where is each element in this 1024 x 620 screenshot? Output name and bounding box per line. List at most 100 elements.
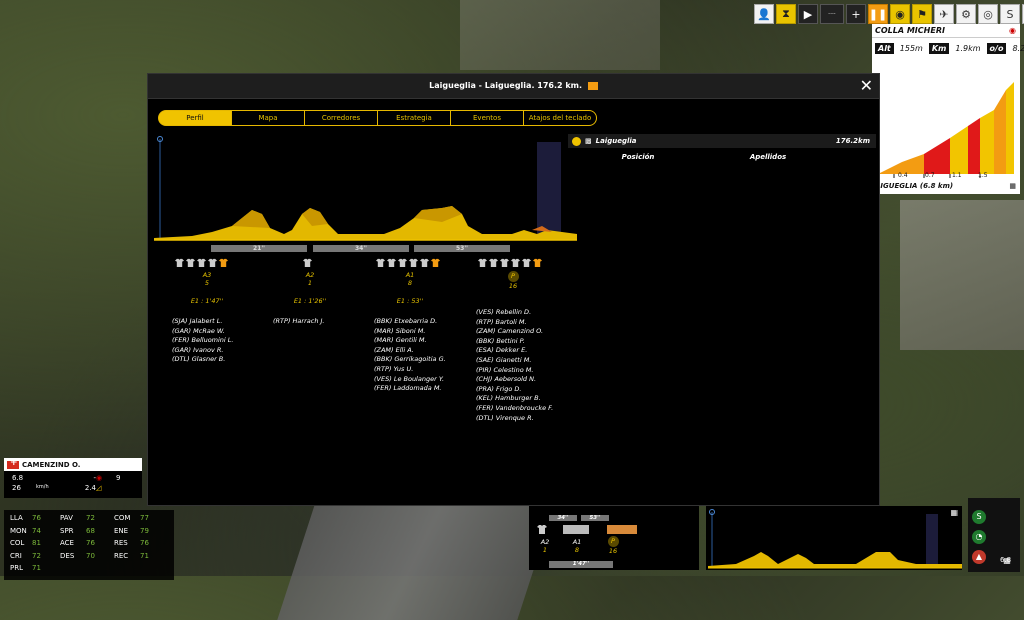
eye-icon[interactable]: ◉ bbox=[890, 4, 910, 24]
attr-label: COL bbox=[10, 539, 25, 548]
jersey-icon bbox=[197, 258, 206, 267]
bicycle-icon[interactable]: ⚙ bbox=[956, 4, 976, 24]
tab-estrategia[interactable]: Estrategia bbox=[378, 110, 451, 126]
climb-seg-8 bbox=[1006, 82, 1014, 174]
rider-name[interactable]: (GAR) McRae W. bbox=[172, 327, 262, 337]
climb-profile-panel: COLLA MICHERI ◉ Alt 155m Km 1.9km o/o 8.… bbox=[872, 24, 1024, 194]
rider-name[interactable]: (MAR) Siboni M. bbox=[374, 327, 474, 337]
rider-name[interactable]: (PIR) Celestino M. bbox=[476, 366, 576, 376]
attr-value: 76 bbox=[32, 514, 41, 522]
tab-mapa[interactable]: Mapa bbox=[232, 110, 305, 126]
jersey-icon bbox=[208, 258, 217, 267]
rider-name[interactable]: (ZAM) Camenzind O. bbox=[476, 327, 576, 337]
attr-label: REC bbox=[114, 551, 129, 560]
km-label: Km bbox=[928, 43, 950, 54]
attr-value: 70 bbox=[86, 551, 95, 560]
bottom-count: 16 bbox=[608, 547, 618, 555]
rider-name[interactable]: (RTP) Bartoli M. bbox=[476, 318, 576, 328]
hourglass-icon[interactable]: ⧗ bbox=[776, 4, 796, 24]
jersey-icon bbox=[500, 258, 509, 267]
rider-name[interactable]: (KEL) Hamburger B. bbox=[476, 394, 576, 404]
person-icon[interactable]: 👤 bbox=[754, 4, 774, 24]
jersey-icon bbox=[186, 258, 195, 267]
attr-label: PRL bbox=[10, 564, 23, 573]
attr-label: ACE bbox=[60, 539, 74, 548]
rider-name[interactable]: (DTL) Glasner B. bbox=[172, 355, 262, 365]
stage-icon[interactable]: ◎ bbox=[978, 4, 998, 24]
rider-name[interactable]: (RTP) Harrach J. bbox=[273, 317, 363, 327]
tab-corredores[interactable]: Corredores bbox=[305, 110, 378, 126]
peloton-badge: P bbox=[607, 536, 619, 547]
close-icon[interactable]: ✕ bbox=[860, 78, 873, 94]
flag-icon[interactable]: ⚑ bbox=[912, 4, 932, 24]
group-climb: A1 8 bbox=[374, 271, 446, 287]
group-count: 1 bbox=[307, 279, 313, 287]
rider-name[interactable]: (BBK) Etxebarria D. bbox=[374, 317, 474, 327]
s-badge-icon[interactable]: S bbox=[972, 510, 986, 524]
gauge-icon[interactable]: ◔ bbox=[972, 530, 986, 544]
climb-seg-3 bbox=[924, 138, 950, 174]
rider-name[interactable]: (SAE) Gianetti M. bbox=[476, 356, 576, 366]
plus-icon[interactable]: + bbox=[846, 4, 866, 24]
bottom-group: P 16 bbox=[603, 536, 623, 555]
rider-name[interactable]: (GAR) Ivanov R. bbox=[172, 346, 262, 356]
gap-bar-2: 34'' bbox=[313, 245, 409, 252]
play-icon[interactable]: ▶ bbox=[798, 4, 818, 24]
rider-name[interactable]: (SJA) Jalabert L. bbox=[172, 317, 262, 327]
bottom-count: 8 bbox=[574, 546, 580, 554]
checkered-flag-icon: ▦ bbox=[950, 508, 958, 517]
attr-value: 71 bbox=[32, 564, 41, 573]
attr-value: 74 bbox=[32, 526, 41, 535]
rider-name[interactable]: (MAR) Gentili M. bbox=[374, 336, 474, 346]
rider-dash: - bbox=[93, 474, 96, 482]
s-icon[interactable]: S bbox=[1000, 4, 1020, 24]
finish-name: Laigueglia bbox=[595, 137, 637, 145]
attack-icon[interactable]: ▲ bbox=[972, 550, 986, 564]
rider-name[interactable]: (VES) Rebellin D. bbox=[476, 308, 576, 318]
group-shirts bbox=[476, 258, 576, 267]
rider-name[interactable]: (VES) Le Boulanger Y. bbox=[374, 375, 474, 385]
rider-name[interactable]: (PRA) Frigo D. bbox=[476, 385, 576, 395]
grade-value: 8.2% bbox=[1012, 44, 1024, 53]
slope-icon: ◿ bbox=[96, 484, 102, 492]
rider-grade: 2.4 bbox=[84, 484, 96, 492]
rider-name[interactable]: (CHJ) Aebersold N. bbox=[476, 375, 576, 385]
finish-label-bar: AIGUEGLIA (6.8 km) ▦ bbox=[872, 178, 1020, 194]
bottom-count: 1 bbox=[542, 546, 548, 554]
rider-name[interactable]: (BBK) Bettini P. bbox=[476, 337, 576, 347]
tab-atajos[interactable]: Atajos del teclado bbox=[524, 110, 597, 126]
cliff-rock-background bbox=[900, 200, 1024, 350]
peloton-badge: P bbox=[507, 271, 519, 282]
group-climb: A2 1 bbox=[273, 271, 347, 287]
attr-label: MON bbox=[10, 526, 27, 535]
rider-name[interactable]: (RTP) Yus U. bbox=[374, 365, 474, 375]
rider-name[interactable]: (ESA) Dekker E. bbox=[476, 346, 576, 356]
rider-name[interactable]: (BBK) Gerrikagoitia G. bbox=[374, 355, 474, 365]
tab-perfil[interactable]: Perfil bbox=[158, 110, 232, 126]
attr-label: RES bbox=[114, 539, 128, 548]
rider-name[interactable]: (FER) Belluomini L. bbox=[172, 336, 262, 346]
group-climb: P 16 bbox=[476, 271, 550, 290]
pause-icon[interactable]: ❚❚ bbox=[868, 4, 888, 24]
group-climb-label: A1 bbox=[405, 271, 415, 279]
rider-name[interactable]: (FER) Laddomada M. bbox=[374, 384, 474, 394]
bird-icon[interactable]: ✈ bbox=[934, 4, 954, 24]
group-3: A1 8 E1 : 53'' (BBK) Etxebarria D. (MAR)… bbox=[374, 258, 474, 394]
rider-panel[interactable]: CAMENZIND O. 6.8 - ◉ 9 26 km/h 2.4 ◿ bbox=[4, 458, 142, 498]
attr-value: 71 bbox=[140, 551, 149, 560]
rider-name: CAMENZIND O. bbox=[22, 460, 81, 469]
rider-name[interactable]: (ZAM) Elli A. bbox=[374, 346, 474, 356]
jersey-icon bbox=[489, 258, 498, 267]
group-riders: (RTP) Harrach J. bbox=[273, 317, 363, 327]
bottom-jerseys bbox=[537, 525, 637, 534]
climb-indicator-icon: ◉ bbox=[1009, 26, 1016, 35]
group-count: 16 bbox=[508, 282, 518, 290]
rider-name[interactable]: (DTL) Virenque R. bbox=[476, 414, 576, 424]
finish-info-panel: ▩ Laigueglia 176.2km Posición Apellidos bbox=[568, 134, 876, 161]
rider-name[interactable]: (FER) Vandenbroucke F. bbox=[476, 404, 576, 414]
tab-eventos[interactable]: Eventos bbox=[451, 110, 524, 126]
bottom-stage-profile[interactable]: ▦ bbox=[706, 506, 962, 570]
attr-label: SPR bbox=[60, 526, 74, 535]
bottom-gap-bar: 34'' bbox=[549, 515, 577, 521]
bottom-group-panel[interactable]: 34'' 53'' A2 1 A1 8 P 16 1'47'' bbox=[529, 506, 699, 570]
